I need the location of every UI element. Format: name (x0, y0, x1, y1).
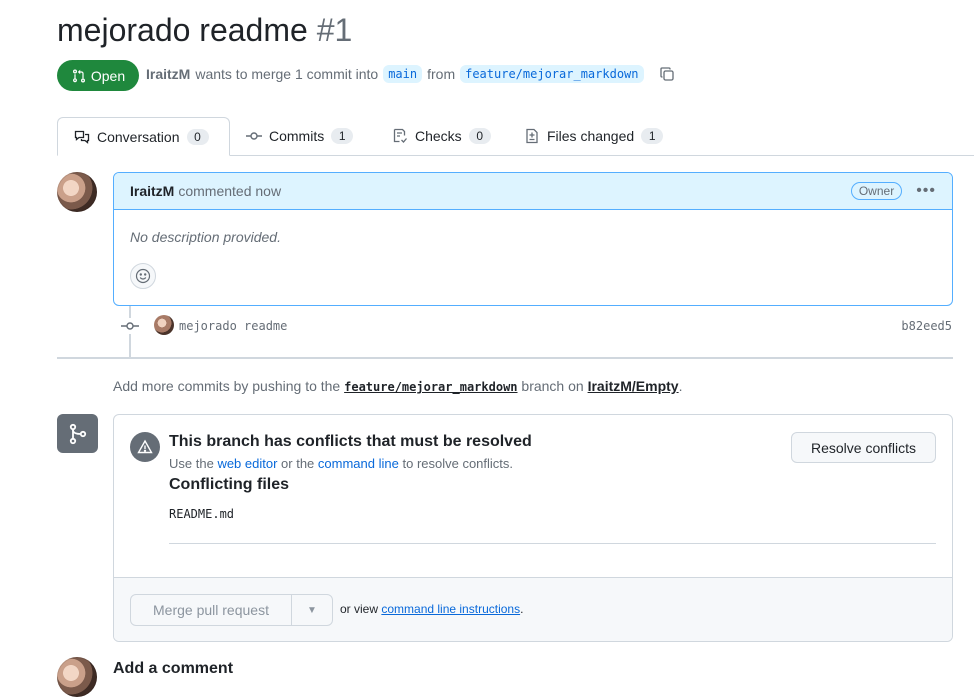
command-line-link[interactable]: command line (318, 456, 399, 471)
commit-avatar[interactable] (154, 315, 174, 335)
tab-counter: 1 (641, 128, 664, 144)
base-branch[interactable]: main (383, 65, 423, 83)
tab-label: Files changed (547, 128, 635, 144)
push-note-suffix: . (678, 378, 683, 394)
or-view-text: or view command line instructions. (340, 602, 523, 616)
push-note-branch[interactable]: feature/mejorar_markdown (344, 380, 517, 394)
tab-counter: 0 (468, 128, 491, 144)
conflicting-file: README.md (169, 507, 235, 521)
merge-pull-request-button[interactable]: Merge pull request (131, 595, 292, 625)
timeline-divider (57, 357, 953, 359)
status-badge: Open (57, 60, 139, 91)
git-commit-icon (246, 132, 262, 140)
tab-label: Checks (415, 128, 462, 144)
alert-icon (130, 432, 160, 462)
merge-body: This branch has conflicts that must be r… (114, 415, 952, 577)
owner-badge: Owner (850, 182, 903, 200)
merge-text: wants to merge 1 commit into (195, 66, 379, 82)
tab-label: Commits (269, 128, 325, 144)
command-line-instructions-link[interactable]: command line instructions (381, 602, 520, 616)
push-note-middle: branch on (521, 378, 584, 394)
pr-number: #1 (316, 12, 353, 48)
or-the-text: or the (281, 456, 315, 471)
conflicting-files-title: Conflicting files (169, 476, 289, 493)
merge-box: This branch has conflicts that must be r… (113, 414, 953, 642)
status-label: Open (90, 67, 126, 84)
pr-title: mejorado readme #1 (57, 12, 352, 49)
from-text: from (427, 66, 456, 82)
commit-sha[interactable]: b82eed5 (901, 319, 952, 333)
git-merge-icon (57, 414, 98, 453)
tab-commits[interactable]: Commits 1 (230, 117, 369, 155)
add-comment-title: Add a comment (113, 660, 234, 677)
comment-time[interactable]: commented now (178, 183, 281, 199)
push-note-repo[interactable]: IraitzM/Empty (588, 378, 679, 394)
conflict-title: This branch has conflicts that must be r… (169, 433, 532, 450)
web-editor-link[interactable]: web editor (217, 456, 277, 471)
merge-footer: Merge pull request ▼ or view command lin… (114, 577, 952, 641)
add-reaction-button[interactable] (130, 263, 156, 289)
git-commit-icon (121, 318, 139, 334)
triangle-down-icon: ▼ (307, 604, 317, 616)
resolve-conflicts-button[interactable]: Resolve conflicts (791, 432, 936, 463)
git-pull-request-icon (72, 69, 85, 82)
comment-discussion-icon (74, 130, 90, 144)
to-resolve-text: to resolve conflicts. (402, 456, 514, 471)
tab-files-changed[interactable]: Files changed 1 (508, 117, 679, 155)
avatar[interactable] (57, 172, 97, 212)
comment-box: IraitzM commented now Owner ••• No descr… (113, 172, 953, 306)
file-diff-icon (526, 128, 538, 144)
merge-button-group: Merge pull request ▼ (130, 594, 333, 626)
merge-summary: IraitzM wants to merge 1 commit into mai… (146, 65, 675, 83)
or-view-label: or view (340, 602, 379, 616)
pr-title-text: mejorado readme (57, 12, 308, 48)
commit-message[interactable]: mejorado readme (179, 319, 287, 333)
merge-options-caret[interactable]: ▼ (292, 595, 332, 625)
tab-counter: 1 (331, 128, 354, 144)
smiley-icon (135, 268, 151, 284)
pr-author-link[interactable]: IraitzM (146, 66, 190, 82)
tab-checks[interactable]: Checks 0 (376, 117, 507, 155)
conflict-subtitle: Use the web editor or the command line t… (169, 456, 513, 471)
tab-conversation[interactable]: Conversation 0 (57, 117, 230, 156)
kebab-menu-icon[interactable]: ••• (916, 182, 936, 200)
push-note-prefix: Add more commits by pushing to the (113, 378, 341, 394)
checklist-icon (393, 128, 407, 143)
tab-counter: 0 (186, 128, 209, 145)
comment-body: No description provided. (130, 229, 281, 245)
copy-icon[interactable] (659, 66, 675, 82)
head-branch[interactable]: feature/mejorar_markdown (460, 65, 644, 83)
comment-header: IraitzM commented now Owner ••• (114, 173, 952, 210)
tab-label: Conversation (97, 128, 180, 145)
use-the-text: Use the (169, 456, 214, 471)
comment-author[interactable]: IraitzM (130, 183, 174, 199)
or-view-period: . (520, 602, 524, 616)
push-note: Add more commits by pushing to the featu… (113, 378, 682, 394)
avatar[interactable] (57, 657, 97, 697)
conflict-divider (169, 543, 936, 544)
